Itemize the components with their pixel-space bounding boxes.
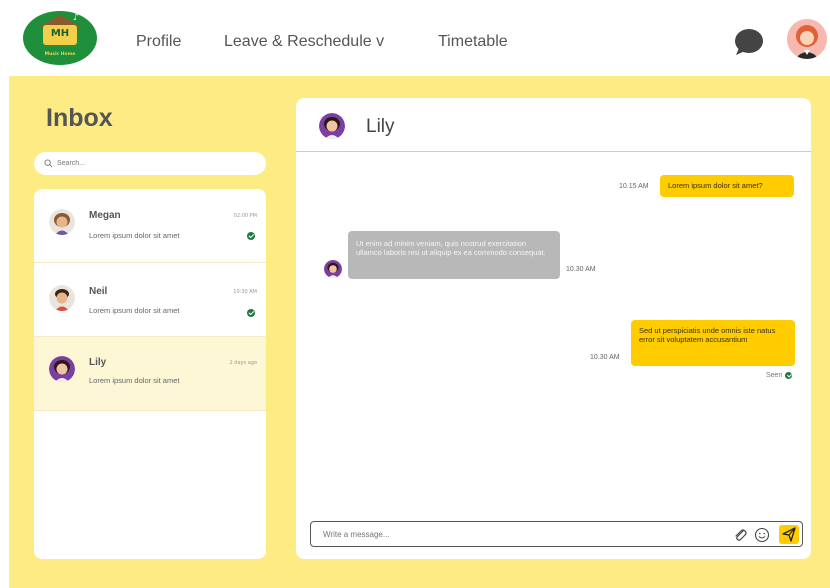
- message-time: 10.30 AM: [566, 266, 596, 273]
- send-button[interactable]: [779, 525, 799, 544]
- attachment-icon[interactable]: [732, 527, 748, 543]
- message-composer: [310, 521, 803, 547]
- message-time: 10.30 AM: [590, 354, 620, 361]
- chat-bubble-icon[interactable]: [734, 28, 764, 56]
- avatar-neil: [49, 285, 75, 311]
- avatar-megan: [49, 209, 75, 235]
- emoji-icon[interactable]: [754, 527, 770, 543]
- seen-indicator: Seen: [766, 372, 793, 379]
- message-time: 10.15 AM: [619, 183, 649, 190]
- seen-check-icon: [785, 372, 793, 379]
- read-check-icon: [247, 232, 255, 240]
- conversation-list: Megan 02:00 PM Lorem ipsum dolor sit ame…: [34, 189, 266, 559]
- logo-initials: MH: [50, 28, 70, 39]
- message-bubble-outgoing: Lorem ipsum dolor sit amet?: [660, 175, 794, 197]
- chat-contact-name: Lily: [366, 116, 395, 137]
- chat-contact-avatar: [319, 113, 345, 139]
- nav-profile[interactable]: Profile: [136, 33, 181, 51]
- music-note-icon: ♪: [73, 13, 79, 23]
- conversation-name: Megan: [89, 210, 121, 221]
- inbox-title: Inbox: [46, 104, 113, 132]
- search-icon: [44, 159, 53, 168]
- conversation-item-megan[interactable]: Megan 02:00 PM Lorem ipsum dolor sit ame…: [34, 189, 266, 263]
- logo-name: Music Home: [44, 52, 76, 57]
- read-check-icon: [247, 309, 255, 317]
- nav-timetable[interactable]: Timetable: [438, 33, 508, 51]
- conversation-item-neil[interactable]: Neil 10:30 AM Lorem ipsum dolor sit amet: [34, 263, 266, 337]
- conversation-preview: Lorem ipsum dolor sit amet: [89, 306, 180, 315]
- conversation-time: 2 days ago: [229, 360, 257, 366]
- message-input[interactable]: [323, 529, 718, 539]
- search-box[interactable]: [34, 152, 266, 175]
- send-icon: [782, 527, 796, 542]
- message-sender-avatar: [324, 260, 342, 278]
- user-avatar[interactable]: [787, 19, 827, 59]
- conversation-time: 10:30 AM: [233, 289, 257, 295]
- conversation-preview: Lorem ipsum dolor sit amet: [89, 231, 180, 240]
- conversation-name: Lily: [89, 357, 107, 368]
- chat-header: Lily: [296, 98, 811, 152]
- seen-label: Seen: [766, 372, 783, 379]
- music-home-logo[interactable]: MH ♪ Music Home: [23, 11, 97, 65]
- message-bubble-incoming: Ut enim ad minim veniam, quis nostrud ex…: [348, 231, 560, 279]
- chat-panel: Lily 10.15 AM Lorem ipsum dolor sit amet…: [296, 98, 811, 559]
- top-header: MH ♪ Music Home Profile Leave & Reschedu…: [0, 0, 830, 86]
- nav-leave-reschedule[interactable]: Leave & Reschedule v: [224, 33, 384, 51]
- conversation-name: Neil: [89, 286, 108, 297]
- conversation-item-lily[interactable]: Lily 2 days ago Lorem ipsum dolor sit am…: [34, 337, 266, 411]
- conversation-preview: Lorem ipsum dolor sit amet: [89, 376, 180, 385]
- conversation-time: 02:00 PM: [233, 213, 257, 219]
- search-input[interactable]: [57, 160, 247, 167]
- message-bubble-outgoing: Sed ut perspiciatis unde omnis iste natu…: [631, 320, 795, 366]
- avatar-lily: [49, 356, 75, 382]
